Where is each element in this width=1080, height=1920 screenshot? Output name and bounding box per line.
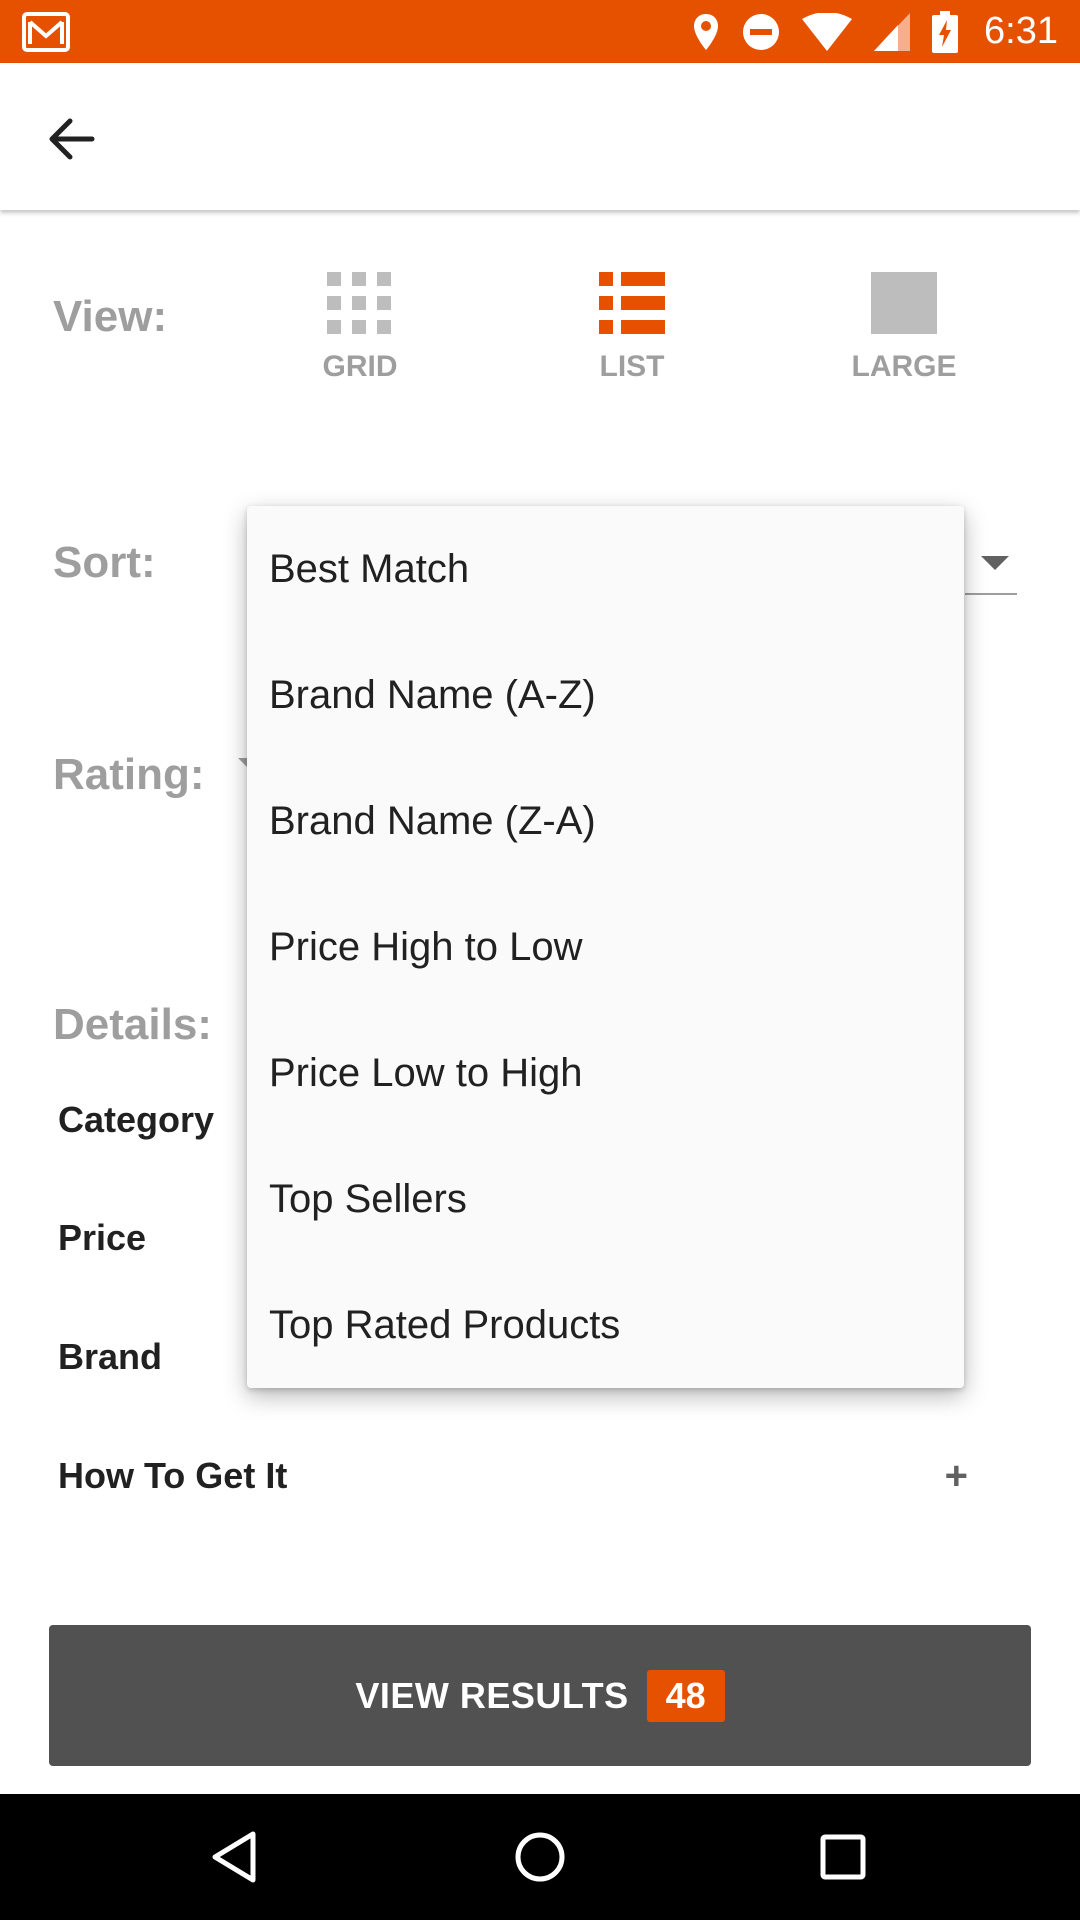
app-bar (0, 63, 1080, 210)
rating-label: Rating: (53, 750, 205, 799)
sort-option-top-sellers[interactable]: Top Sellers (269, 1136, 959, 1262)
sort-option-brand-za[interactable]: Brand Name (Z-A) (269, 758, 959, 884)
plus-icon[interactable]: + (945, 1446, 968, 1506)
view-results-label: VIEW RESULTS (355, 1674, 629, 1716)
sort-option-best-match[interactable]: Best Match (269, 506, 959, 632)
sort-option-brand-az[interactable]: Brand Name (A-Z) (269, 632, 959, 758)
location-icon (694, 13, 719, 50)
system-nav-bar (0, 1794, 1080, 1920)
view-option-large[interactable]: LARGE (834, 270, 974, 384)
sort-option-top-rated[interactable]: Top Rated Products (269, 1262, 959, 1388)
status-bar: 6:31 (0, 0, 1080, 63)
results-count-badge: 48 (646, 1669, 725, 1722)
sort-dropdown-underline (965, 593, 1017, 595)
details-row-how-to-get-it[interactable]: How To Get It + (58, 1446, 998, 1506)
list-icon (599, 272, 665, 334)
home-circle-icon[interactable] (507, 1824, 573, 1890)
gmail-icon (22, 12, 70, 52)
signal-icon (874, 12, 911, 51)
do-not-disturb-icon (743, 13, 780, 50)
large-icon (871, 272, 937, 334)
details-row-label: Price (58, 1217, 147, 1258)
details-row-label: Category (58, 1099, 215, 1140)
sort-option-price-low-high[interactable]: Price Low to High (269, 1010, 959, 1136)
grid-icon (327, 272, 391, 334)
details-label: Details: (53, 1000, 212, 1049)
details-row-label: How To Get It (58, 1455, 288, 1496)
view-option-list-label: LIST (599, 350, 665, 383)
battery-charging-icon (932, 10, 959, 53)
view-option-large-label: LARGE (851, 350, 957, 383)
sort-option-price-high-low[interactable]: Price High to Low (269, 884, 959, 1010)
status-time: 6:31 (984, 10, 1058, 52)
view-option-list[interactable]: LIST (562, 270, 702, 384)
arrow-back-icon[interactable] (44, 109, 104, 169)
sort-dropdown-menu: Best Match Brand Name (A-Z) Brand Name (… (247, 506, 964, 1388)
view-option-grid[interactable]: GRID (290, 270, 430, 384)
recents-square-icon[interactable] (810, 1824, 876, 1890)
back-triangle-icon[interactable] (203, 1824, 269, 1890)
sort-dropdown-arrow-icon[interactable] (981, 556, 1009, 570)
details-row-label: Brand (58, 1336, 163, 1377)
view-results-button[interactable]: VIEW RESULTS 48 (49, 1625, 1031, 1766)
view-label: View: (53, 292, 168, 341)
view-option-grid-label: GRID (322, 350, 398, 383)
sort-label: Sort: (53, 538, 156, 587)
wifi-icon (802, 12, 853, 51)
